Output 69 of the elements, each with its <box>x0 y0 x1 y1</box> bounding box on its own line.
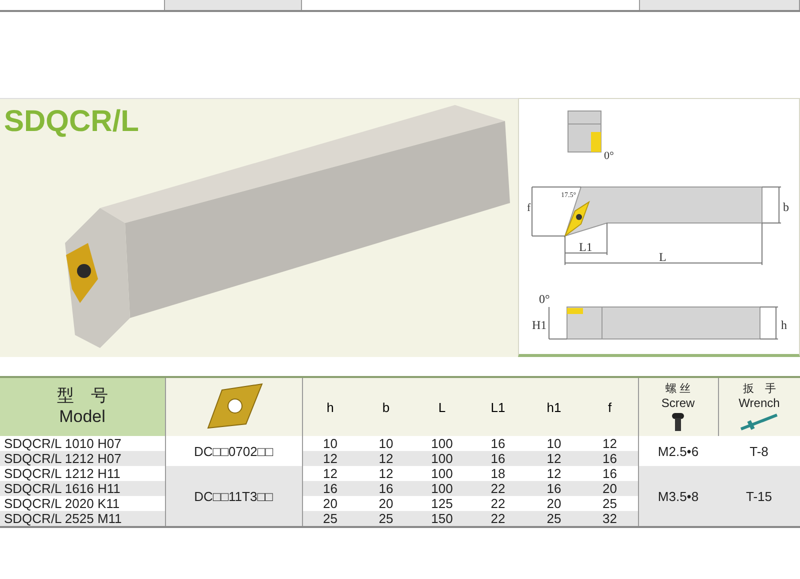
table-cell: 16 <box>582 466 638 481</box>
table-cell: 10 <box>358 436 414 451</box>
model-cell: SDQCR/L 1212 H11 <box>0 466 165 481</box>
table-cell: 22 <box>470 481 526 496</box>
dimension-label: f <box>527 202 531 214</box>
column-header: 螺 丝 <box>665 383 691 396</box>
column-header: f <box>608 400 612 414</box>
column-header: b <box>382 400 390 414</box>
table-cell: 10 <box>302 436 358 451</box>
column-header: L <box>438 400 446 414</box>
table-cell: 12 <box>526 466 582 481</box>
product-title: SDQCR/L <box>4 105 139 139</box>
table-cell: 12 <box>302 466 358 481</box>
table-cell: 100 <box>414 466 470 481</box>
table-cell: 20 <box>582 481 638 496</box>
dimension-label: L1 <box>579 240 592 254</box>
table-cell: 25 <box>582 496 638 511</box>
column-header: Model <box>59 408 106 427</box>
column-header: Screw <box>661 397 695 411</box>
model-cell: SDQCR/L 2525 M11 <box>0 511 165 527</box>
table-cell: 18 <box>470 466 526 481</box>
dimension-label: H1 <box>532 318 547 332</box>
dimension-label: b <box>783 200 789 214</box>
table-cell: 16 <box>526 481 582 496</box>
table-cell: 25 <box>358 511 414 527</box>
table-cell: 16 <box>302 481 358 496</box>
table-cell: 16 <box>470 436 526 451</box>
column-header: h <box>326 400 334 414</box>
table-cell: 150 <box>414 511 470 527</box>
column-header: Wrench <box>738 397 780 411</box>
dimension-label: h <box>781 318 787 332</box>
column-header: h1 <box>546 400 562 414</box>
table-cell: 22 <box>470 511 526 527</box>
table-cell: 100 <box>414 436 470 451</box>
screw-cell: M3.5•8 <box>638 466 718 527</box>
table-cell: 16 <box>470 451 526 466</box>
table-cell: 12 <box>526 451 582 466</box>
table-cell: 100 <box>414 481 470 496</box>
table-cell: 12 <box>302 451 358 466</box>
table-cell: 10 <box>526 436 582 451</box>
insert-cell: DC□□11T3□□ <box>165 466 302 527</box>
table-cell: 16 <box>582 451 638 466</box>
table-cell: 25 <box>302 511 358 527</box>
column-header: 型 号 <box>56 387 108 406</box>
table-cell: 16 <box>358 481 414 496</box>
column-header: 扳 手 <box>742 383 776 396</box>
angle-label: 0° <box>539 292 550 306</box>
table-cell: 20 <box>526 496 582 511</box>
dimension-label: L <box>659 250 666 264</box>
table-cell: 20 <box>302 496 358 511</box>
screw-cell: M2.5•6 <box>638 436 718 466</box>
table-cell: 25 <box>526 511 582 527</box>
table-cell: 12 <box>582 436 638 451</box>
table-cell: 32 <box>582 511 638 527</box>
column-header: L1 <box>490 400 506 414</box>
table-cell: 20 <box>358 496 414 511</box>
table-cell: 100 <box>414 451 470 466</box>
model-cell: SDQCR/L 1616 H11 <box>0 481 165 496</box>
insert-cell: DC□□0702□□ <box>165 436 302 466</box>
table-cell: 12 <box>358 451 414 466</box>
angle-label: 0° <box>604 150 614 162</box>
model-cell: SDQCR/L 2020 K11 <box>0 496 165 511</box>
table-cell: 22 <box>470 496 526 511</box>
table-cell: 125 <box>414 496 470 511</box>
model-cell: SDQCR/L 1212 H07 <box>0 451 165 466</box>
model-cell: SDQCR/L 1010 H07 <box>0 436 165 451</box>
table-cell: 12 <box>358 466 414 481</box>
wrench-cell: T-8 <box>718 436 800 466</box>
wrench-cell: T-15 <box>718 466 800 527</box>
